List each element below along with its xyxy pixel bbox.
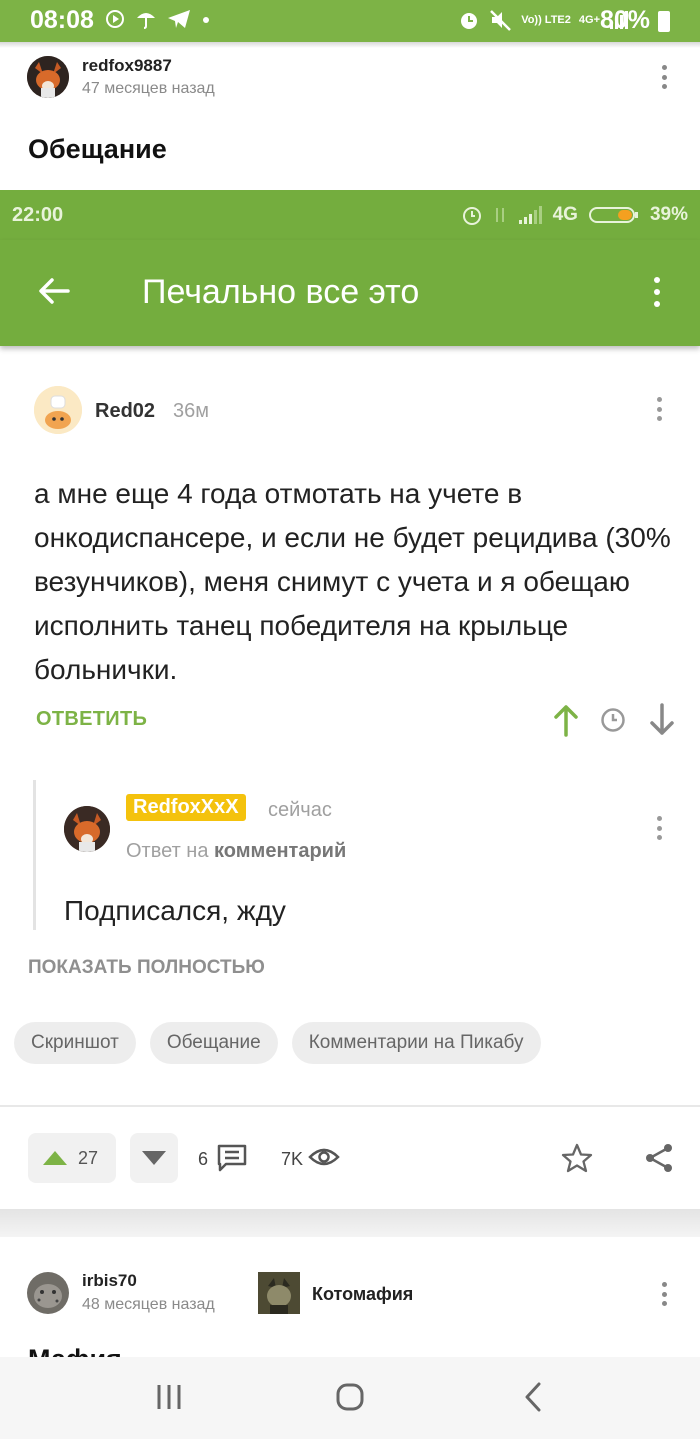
view-count: 7K: [281, 1149, 304, 1169]
post-title[interactable]: Мафия: [28, 1344, 122, 1357]
reply-thread-line: [33, 780, 36, 930]
reply-username-badge[interactable]: RedfoxXxX: [126, 794, 246, 821]
upvote-arrow-icon[interactable]: [552, 703, 580, 737]
star-icon[interactable]: [561, 1143, 593, 1173]
comments-icon[interactable]: [216, 1143, 248, 1173]
reply-to-link[interactable]: комментарий: [214, 840, 346, 862]
data-arrows-icon: [495, 208, 504, 222]
recent-apps-icon[interactable]: [154, 1383, 184, 1411]
mute-icon: [490, 10, 512, 31]
show-full-button[interactable]: ПОКАЗАТЬ ПОЛНОСТЬЮ: [28, 957, 265, 979]
screenshot-status-time: 22:00: [12, 204, 64, 226]
umbrella-icon: [137, 13, 155, 29]
community-name[interactable]: Котомафия: [312, 1284, 413, 1305]
cat-mafia-icon: [258, 1272, 300, 1314]
post-title[interactable]: Обещание: [28, 134, 167, 165]
volte-icon: Vo)) LTE2: [521, 13, 571, 26]
share-icon[interactable]: [644, 1143, 674, 1173]
screenshot-menu-icon[interactable]: [647, 274, 667, 310]
upvote-triangle-icon: [43, 1151, 67, 1165]
back-nav-icon[interactable]: [521, 1382, 545, 1412]
comment-username[interactable]: Red02: [95, 400, 155, 423]
back-arrow-icon[interactable]: [36, 273, 72, 309]
upvote-button[interactable]: 27: [28, 1133, 116, 1183]
screenshot-app-title: Печально все это: [142, 273, 420, 311]
alarm-icon: [461, 13, 478, 29]
screenshot-network: 4G: [552, 204, 578, 225]
post-action-bar: 27 6 7K: [0, 1107, 700, 1209]
fox-avatar-icon: [64, 806, 110, 852]
home-icon[interactable]: [335, 1382, 365, 1412]
status-notification-icons: [105, 8, 211, 30]
reply-avatar[interactable]: [64, 806, 110, 852]
fox-avatar-icon: [27, 56, 69, 98]
community-icon[interactable]: [258, 1272, 300, 1314]
status-shadow: [0, 42, 700, 48]
post-menu-icon[interactable]: [654, 62, 674, 92]
battery-percent: 80%: [599, 6, 650, 34]
reply-to-prefix: Ответ на: [126, 840, 209, 862]
screenshot-battery: 39%: [649, 204, 688, 225]
snow-leopard-avatar-icon: [27, 1272, 69, 1314]
downvote-button[interactable]: [130, 1133, 178, 1183]
reply-menu-icon[interactable]: [649, 813, 669, 843]
screenshot-app-bar: Печально все это: [0, 240, 700, 346]
tag-chip[interactable]: Скриншот: [14, 1022, 136, 1064]
chef-avatar-icon: [34, 386, 82, 434]
clock-icon[interactable]: [600, 707, 626, 733]
status-bar: 08:08 Vo)) LTE2 4G+ 80%: [0, 0, 700, 42]
comment-count[interactable]: 6: [198, 1149, 208, 1170]
post-age: 47 месяцев назад: [82, 80, 215, 97]
system-nav-bar: [0, 1357, 700, 1439]
screenshot-status-icons: 4G 39%: [461, 204, 688, 226]
battery-icon: [658, 11, 670, 32]
data-icon: 4G+: [578, 14, 600, 26]
screenshot-status-bar: 22:00 4G 39%: [0, 190, 700, 240]
author-username[interactable]: redfox9887: [82, 56, 172, 76]
signal-icon: [518, 206, 542, 224]
author-username[interactable]: irbis70: [82, 1271, 137, 1291]
comment-menu-icon[interactable]: [649, 394, 669, 424]
post-age: 48 месяцев назад: [82, 1296, 215, 1313]
author-avatar[interactable]: [27, 1272, 69, 1314]
reply-to-line: Ответ на комментарий: [126, 840, 346, 863]
comment-avatar[interactable]: [34, 386, 82, 434]
dot-icon: [203, 17, 209, 23]
alarm-icon: [462, 207, 481, 225]
comment-time: 36м: [173, 400, 209, 422]
telegram-icon: [168, 10, 190, 28]
reply-text: Подписался, жду: [64, 895, 286, 926]
pikabu-feed-screen: 08:08 Vo)) LTE2 4G+ 80% redfox9887 47 ме…: [0, 0, 700, 1439]
post-separator: [0, 1209, 700, 1237]
comment-text: а мне еще 4 года отмотать на учете в онк…: [34, 478, 671, 685]
tag-chip[interactable]: Комментарии на Пикабу: [291, 1022, 541, 1064]
reply-button[interactable]: ОТВЕТИТЬ: [36, 708, 147, 731]
tag-chip[interactable]: Обещание: [149, 1022, 278, 1064]
reply-time: сейчас: [268, 799, 332, 821]
upvote-count: 27: [78, 1147, 99, 1168]
play-icon: [106, 10, 124, 28]
status-time: 08:08: [30, 6, 94, 34]
downvote-arrow-icon[interactable]: [648, 703, 676, 737]
author-avatar[interactable]: [27, 56, 69, 98]
battery-icon: [588, 207, 638, 223]
downvote-triangle-icon: [142, 1151, 166, 1165]
embedded-screenshot: 22:00 4G 39% Печально все это Red02 36м …: [0, 190, 700, 1060]
tag-list: Скриншот Обещание Комментарии на Пикабу: [14, 1022, 541, 1064]
eye-icon: [308, 1148, 340, 1166]
post-menu-icon[interactable]: [654, 1279, 674, 1309]
